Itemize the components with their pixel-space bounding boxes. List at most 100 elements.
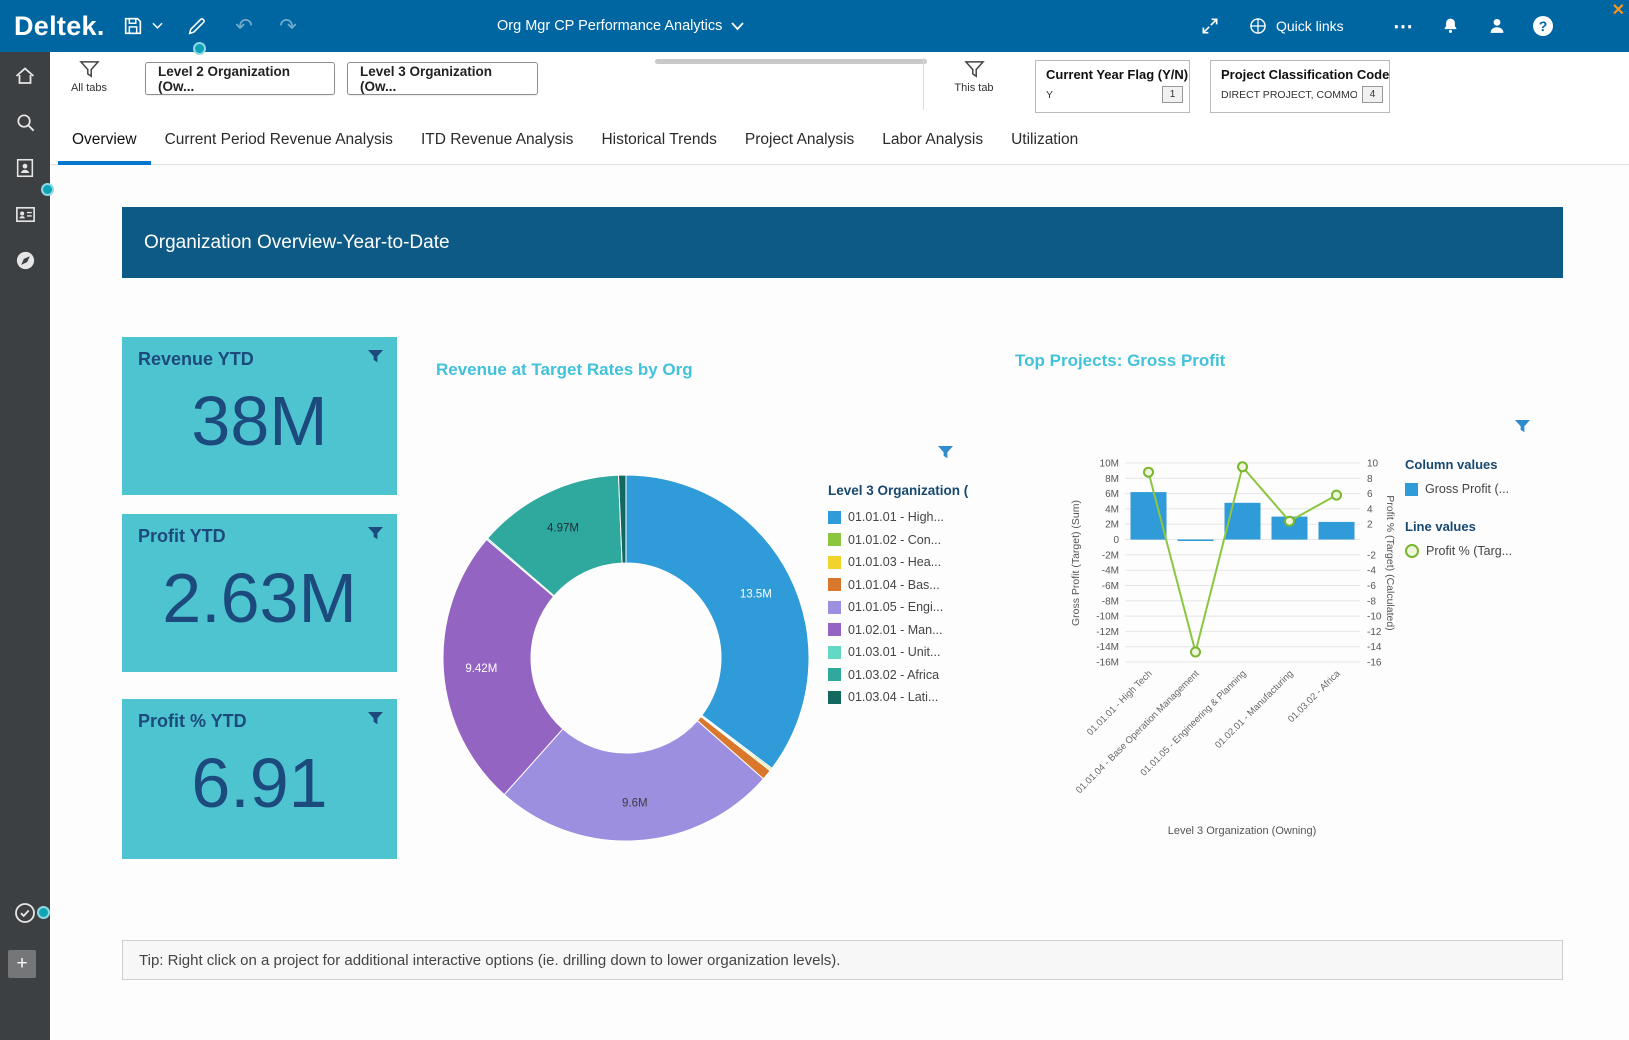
this-tab-label: This tab — [954, 82, 993, 94]
svg-text:-6M: -6M — [1102, 581, 1119, 592]
legend-item[interactable]: 01.03.01 - Unit... — [828, 641, 968, 664]
legend-swatch — [828, 601, 841, 614]
legend-item[interactable]: 01.02.01 - Man... — [828, 619, 968, 642]
line-marker-3[interactable] — [1285, 517, 1294, 526]
legend-item[interactable]: 01.01.04 - Bas... — [828, 574, 968, 597]
all-tabs-filter-button[interactable]: All tabs — [50, 60, 128, 94]
applied-filter-project-classification[interactable]: Project Classification Code DIRECT PROJE… — [1210, 60, 1390, 113]
legend-item[interactable]: Gross Profit (... — [1405, 478, 1512, 501]
legend-swatch — [828, 691, 841, 704]
bar-4[interactable] — [1319, 522, 1355, 540]
save-dropdown-chevron-icon[interactable] — [148, 0, 166, 52]
add-button[interactable]: + — [8, 950, 36, 978]
svg-text:-14: -14 — [1367, 642, 1382, 653]
legend-item[interactable]: 01.01.02 - Con... — [828, 529, 968, 552]
line-marker-0[interactable] — [1144, 468, 1153, 477]
donut-slice-0[interactable] — [626, 475, 809, 768]
svg-text:10: 10 — [1367, 459, 1379, 470]
application-window: Deltek. ↶ ↷ Org Mgr CP Performance Analy… — [0, 0, 1629, 1040]
svg-text:4M: 4M — [1105, 504, 1119, 515]
tab-labor-analysis[interactable]: Labor Analysis — [868, 117, 997, 165]
applied-filter-count-badge: 1 — [1162, 86, 1183, 103]
svg-text:-16: -16 — [1367, 658, 1382, 669]
line-marker-2[interactable] — [1238, 462, 1247, 471]
applied-filter-current-year-flag[interactable]: Current Year Flag (Y/N) Y 1 — [1035, 60, 1190, 113]
id-card-icon[interactable] — [0, 198, 50, 230]
close-icon[interactable]: ✕ — [1612, 0, 1625, 20]
tip-bar: Tip: Right click on a project for additi… — [122, 940, 1563, 980]
hint-dot[interactable] — [193, 42, 206, 55]
svg-text:-10M: -10M — [1096, 612, 1119, 623]
tab-current-period-revenue-analysis[interactable]: Current Period Revenue Analysis — [151, 117, 407, 165]
svg-text:-2: -2 — [1367, 550, 1376, 561]
user-profile-icon[interactable] — [1479, 0, 1515, 52]
legend-label: 01.03.02 - Africa — [848, 668, 939, 682]
combo-filter-funnel-icon[interactable] — [1515, 420, 1530, 438]
notifications-bell-icon[interactable] — [1432, 0, 1468, 52]
kpi-title: Profit YTD — [138, 526, 226, 547]
undo-icon[interactable]: ↶ — [226, 0, 262, 52]
search-icon[interactable] — [0, 106, 50, 138]
svg-text:10M: 10M — [1100, 459, 1119, 470]
legend-label: 01.03.01 - Unit... — [848, 645, 940, 659]
filter-chip-level2-org[interactable]: Level 2 Organization (Ow... — [145, 62, 335, 95]
combo-chart-legend: Column values Gross Profit (... Line val… — [1405, 457, 1512, 562]
kpi-card-profit-ytd: Profit YTD 2.63M — [122, 514, 397, 672]
line-marker-4[interactable] — [1332, 491, 1341, 500]
tab-project-analysis[interactable]: Project Analysis — [731, 117, 868, 165]
donut-slice-label: 9.6M — [622, 798, 648, 810]
donut-filter-funnel-icon[interactable] — [938, 446, 953, 464]
legend-item[interactable]: Profit % (Targ... — [1405, 540, 1512, 563]
line-marker-1[interactable] — [1191, 648, 1200, 657]
save-icon — [122, 15, 144, 37]
filter-chip-level3-org[interactable]: Level 3 Organization (Ow... — [347, 62, 538, 95]
hint-dot[interactable] — [37, 906, 50, 919]
all-tabs-label: All tabs — [71, 82, 107, 94]
quick-links-button[interactable]: Quick links — [1248, 0, 1344, 52]
home-icon[interactable] — [0, 60, 50, 92]
svg-text:-4M: -4M — [1102, 566, 1119, 577]
section-banner: Organization Overview-Year-to-Date — [122, 207, 1563, 278]
tab-overview[interactable]: Overview — [58, 117, 151, 165]
kpi-filter-funnel-icon[interactable] — [368, 712, 383, 730]
legend-item[interactable]: 01.03.04 - Lati... — [828, 686, 968, 709]
compass-icon[interactable] — [0, 244, 50, 276]
kpi-filter-funnel-icon[interactable] — [368, 527, 383, 545]
tab-historical-trends[interactable]: Historical Trends — [587, 117, 730, 165]
kpi-filter-funnel-icon[interactable] — [368, 350, 383, 368]
more-options-icon[interactable]: ⋯ — [1386, 0, 1422, 52]
quick-links-icon — [1248, 16, 1268, 36]
bar-0[interactable] — [1131, 492, 1167, 539]
svg-text:-8M: -8M — [1102, 596, 1119, 607]
kpi-value: 38M — [122, 381, 397, 461]
tab-itd-revenue-analysis[interactable]: ITD Revenue Analysis — [407, 117, 588, 165]
legend-line-marker — [1405, 544, 1419, 558]
report-person-icon[interactable] — [0, 152, 50, 184]
legend-item[interactable]: 01.03.02 - Africa — [828, 664, 968, 687]
bar-1[interactable] — [1178, 540, 1214, 542]
svg-text:Profit % (Target) (Calculated): Profit % (Target) (Calculated) — [1384, 495, 1396, 630]
funnel-icon — [79, 60, 100, 79]
legend-label: 01.01.05 - Engi... — [848, 600, 943, 614]
top-bar: Deltek. ↶ ↷ Org Mgr CP Performance Analy… — [0, 0, 1629, 52]
legend-label: 01.02.01 - Man... — [848, 623, 943, 637]
help-icon[interactable]: ? — [1525, 0, 1561, 52]
deltek-logo[interactable]: Deltek. — [14, 0, 105, 52]
filter-horizontal-scrollbar[interactable] — [655, 59, 927, 64]
svg-text:8: 8 — [1367, 474, 1373, 485]
dashboard-title[interactable]: Org Mgr CP Performance Analytics — [497, 0, 744, 52]
filter-chip-label: Level 2 Organization (Ow... — [158, 64, 322, 94]
legend-item[interactable]: 01.01.05 - Engi... — [828, 596, 968, 619]
funnel-icon — [964, 60, 985, 79]
bar-2[interactable] — [1225, 503, 1261, 540]
legend-item[interactable]: 01.01.03 - Hea... — [828, 551, 968, 574]
this-tab-filter-button[interactable]: This tab — [935, 60, 1013, 94]
svg-text:6: 6 — [1367, 489, 1373, 500]
hint-dot[interactable] — [41, 183, 54, 196]
expand-icon[interactable] — [1192, 0, 1228, 52]
legend-swatch — [828, 623, 841, 636]
redo-icon[interactable]: ↷ — [270, 0, 306, 52]
legend-item[interactable]: 01.01.01 - High... — [828, 506, 968, 529]
save-icon[interactable] — [118, 0, 148, 52]
tab-utilization[interactable]: Utilization — [997, 117, 1092, 165]
